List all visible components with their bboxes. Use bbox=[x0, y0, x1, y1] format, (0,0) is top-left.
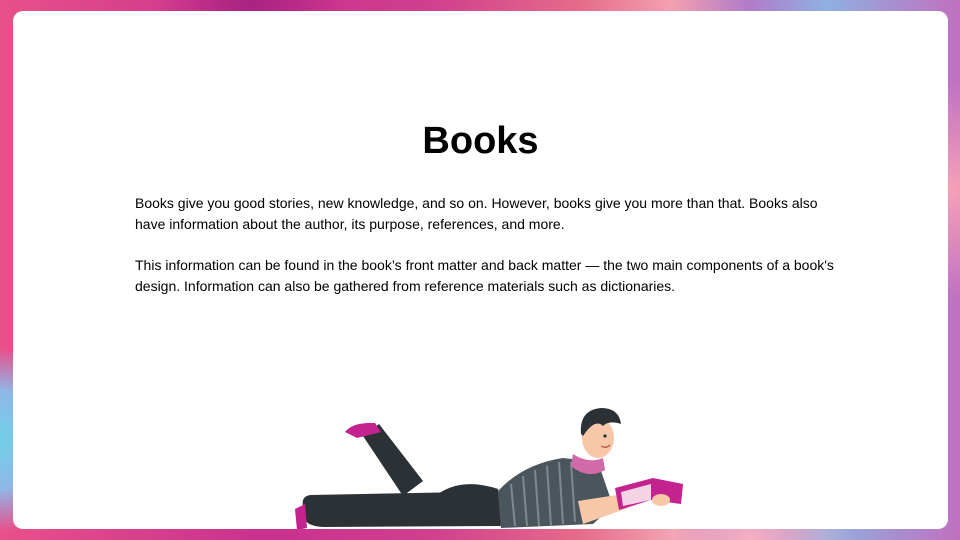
hip bbox=[433, 484, 498, 518]
reading-man-illustration bbox=[295, 408, 683, 529]
eye bbox=[603, 434, 607, 438]
body-paragraph: This information can be found in the boo… bbox=[135, 257, 834, 294]
shoe-icon bbox=[295, 504, 307, 529]
leg-raised bbox=[363, 424, 423, 496]
slide-title: Books bbox=[422, 120, 539, 162]
hand bbox=[652, 494, 670, 506]
slide-content-card: Books Books give you good stories, new k… bbox=[13, 11, 948, 529]
body-paragraph: Books give you good stories, new knowled… bbox=[135, 195, 818, 232]
